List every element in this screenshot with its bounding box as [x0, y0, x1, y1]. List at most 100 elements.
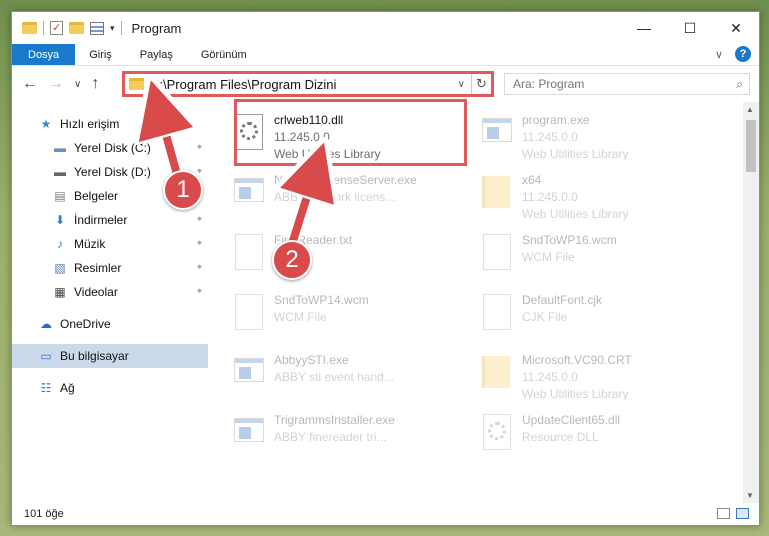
file-name: UpdateClient65.dll: [522, 413, 621, 427]
view-switcher: [717, 508, 749, 519]
sidebar-item-label: Müzik: [74, 237, 106, 251]
file-detail: WCM File: [274, 310, 327, 324]
application-icon: [232, 352, 266, 396]
file-item[interactable]: NetworkLicenseServer.exe ABBY network lic…: [228, 168, 468, 222]
properties-check-icon[interactable]: [50, 21, 63, 35]
network-icon: ☷: [40, 381, 52, 395]
computer-icon: ▭: [40, 349, 52, 363]
sidebar-item-7[interactable]: ▦ Videolar ⌖: [12, 280, 208, 304]
file-text: NetworkLicenseServer.exe ABBY network lic…: [274, 168, 417, 206]
sidebar-item-0[interactable]: ★ Hızlı erişim: [12, 112, 208, 136]
sidebar-item-5[interactable]: ♪ Müzik ⌖: [12, 232, 208, 256]
videos-icon: ▦: [54, 285, 66, 299]
file-item[interactable]: program.exe 11.245.0.0 Web Utilities Libra…: [476, 108, 716, 162]
scroll-up-icon[interactable]: ▲: [746, 105, 754, 114]
ribbon-tabs: Dosya Giriş Paylaş Görünüm ∨ ?: [12, 44, 759, 66]
file-name: Microsoft.VC90.CRT: [522, 353, 632, 367]
explorer-window: ▾ Program — ☐ ✕ Dosya Giriş Paylaş Görün…: [11, 11, 760, 526]
tab-share[interactable]: Paylaş: [126, 44, 187, 65]
large-icons-view-icon[interactable]: [736, 508, 749, 519]
search-input[interactable]: Ara: Program ⌕: [504, 73, 750, 95]
file-detail: Web Utilities Library: [522, 147, 629, 161]
pin-icon[interactable]: ⌖: [197, 166, 202, 177]
file-item[interactable]: SndToWP14.wcm WCM File: [228, 288, 468, 342]
file-item[interactable]: FineReader.txtFile: [228, 228, 468, 282]
item-count: 101 öğe: [24, 508, 64, 520]
file-detail: CJK File: [522, 310, 568, 324]
file-text: UpdateClient65.dll Resource DLL: [522, 408, 620, 446]
scroll-down-icon[interactable]: ▼: [746, 491, 754, 500]
file-text: DefaultFont.cjk CJK File: [522, 288, 602, 326]
search-placeholder: Ara: Program: [513, 77, 585, 91]
pin-icon[interactable]: ⌖: [197, 142, 202, 153]
file-detail: Resource DLL: [522, 430, 599, 444]
expand-ribbon-icon[interactable]: ∨: [715, 48, 723, 61]
cloud-icon: ☁: [40, 317, 52, 331]
sidebar-item-6[interactable]: ▧ Resimler ⌖: [12, 256, 208, 280]
back-arrow-icon[interactable]: ←: [22, 75, 38, 93]
highlight-box: [234, 99, 467, 166]
address-bar[interactable]: C:\Program Files\Program Dizini ∨ ↻: [122, 71, 494, 97]
file-item[interactable]: x64 11.245.0.0 Web Utilities Library: [476, 168, 716, 222]
file-item[interactable]: UpdateClient65.dll Resource DLL: [476, 408, 716, 462]
application-icon: [232, 172, 266, 216]
pin-icon[interactable]: ⌖: [197, 286, 202, 297]
pin-icon[interactable]: ⌖: [197, 238, 202, 249]
file-item[interactable]: SndToWP16.wcm WCM File: [476, 228, 716, 282]
sidebar-item-10[interactable]: ☷ Ağ: [12, 376, 208, 400]
file-text: AbbyySTI.exe ABBY sti event hand...: [274, 348, 394, 386]
file-item[interactable]: Microsoft.VC90.CRT 11.245.0.0 Web Utilitie…: [476, 348, 716, 402]
properties-icon[interactable]: [90, 21, 104, 35]
file-item[interactable]: AbbyySTI.exe ABBY sti event hand...: [228, 348, 468, 402]
file-text: SndToWP16.wcm WCM File: [522, 228, 617, 266]
folder-icon: [480, 352, 514, 396]
ribbon-right-controls: ∨ ?: [715, 46, 751, 62]
up-arrow-icon[interactable]: ↑: [91, 75, 99, 93]
tab-file[interactable]: Dosya: [12, 44, 76, 65]
document-icon: [480, 232, 514, 276]
navigation-pane: ★ Hızlı erişim ▬ Yerel Disk (C:) ⌖ ▬ Yerel Dis…: [12, 102, 208, 503]
sidebar-item-4[interactable]: ⬇ İndirmeler ⌖: [12, 208, 208, 232]
search-icon[interactable]: ⌕: [736, 77, 743, 92]
refresh-icon[interactable]: ↻: [471, 74, 491, 94]
pictures-icon: ▧: [54, 261, 66, 275]
title-bar: ▾ Program — ☐ ✕: [12, 12, 759, 44]
minimize-button[interactable]: —: [621, 12, 667, 44]
folder-icon: [129, 78, 144, 90]
maximize-button[interactable]: ☐: [667, 12, 713, 44]
pin-icon[interactable]: ⌖: [197, 262, 202, 273]
tab-view[interactable]: Görünüm: [187, 44, 261, 65]
recent-locations-icon[interactable]: ∨: [74, 79, 81, 90]
new-folder-icon[interactable]: [69, 22, 84, 34]
file-item[interactable]: DefaultFont.cjk CJK File: [476, 288, 716, 342]
file-detail: Web Utilities Library: [522, 387, 629, 401]
downloads-icon: ⬇: [54, 213, 66, 227]
file-name: AbbyySTI.exe: [274, 353, 349, 367]
close-button[interactable]: ✕: [713, 12, 759, 44]
scrollbar-thumb[interactable]: [746, 120, 756, 172]
music-icon: ♪: [57, 237, 63, 251]
vertical-scrollbar[interactable]: ▲ ▼: [743, 102, 759, 503]
document-icon: [232, 292, 266, 336]
address-path[interactable]: C:\Program Files\Program Dizini: [150, 77, 458, 92]
pin-icon[interactable]: ⌖: [197, 214, 202, 225]
sidebar-item-label: İndirmeler: [74, 213, 128, 227]
file-name: SndToWP16.wcm: [522, 233, 617, 247]
window-title: Program: [131, 20, 182, 36]
address-dropdown-icon[interactable]: ∨: [458, 79, 465, 90]
sidebar-item-1[interactable]: ▬ Yerel Disk (C:) ⌖: [12, 136, 208, 160]
sidebar-item-9[interactable]: ▭ Bu bilgisayar: [12, 344, 208, 368]
tab-home[interactable]: Giriş: [75, 44, 126, 65]
forward-arrow-icon[interactable]: →: [48, 75, 64, 93]
file-name: DefaultFont.cjk: [522, 293, 603, 307]
sidebar-item-8[interactable]: ☁ OneDrive: [12, 312, 208, 336]
documents-icon: ▤: [54, 189, 66, 203]
help-icon[interactable]: ?: [735, 46, 751, 62]
details-view-icon[interactable]: [717, 508, 730, 519]
sidebar-item-label: Ağ: [60, 381, 75, 395]
file-item[interactable]: TrigrammsInstaller.exe ABBY finereader tr…: [228, 408, 468, 462]
customize-toolbar-icon[interactable]: ▾: [110, 23, 115, 34]
sidebar-item-label: Bu bilgisayar: [60, 349, 129, 363]
